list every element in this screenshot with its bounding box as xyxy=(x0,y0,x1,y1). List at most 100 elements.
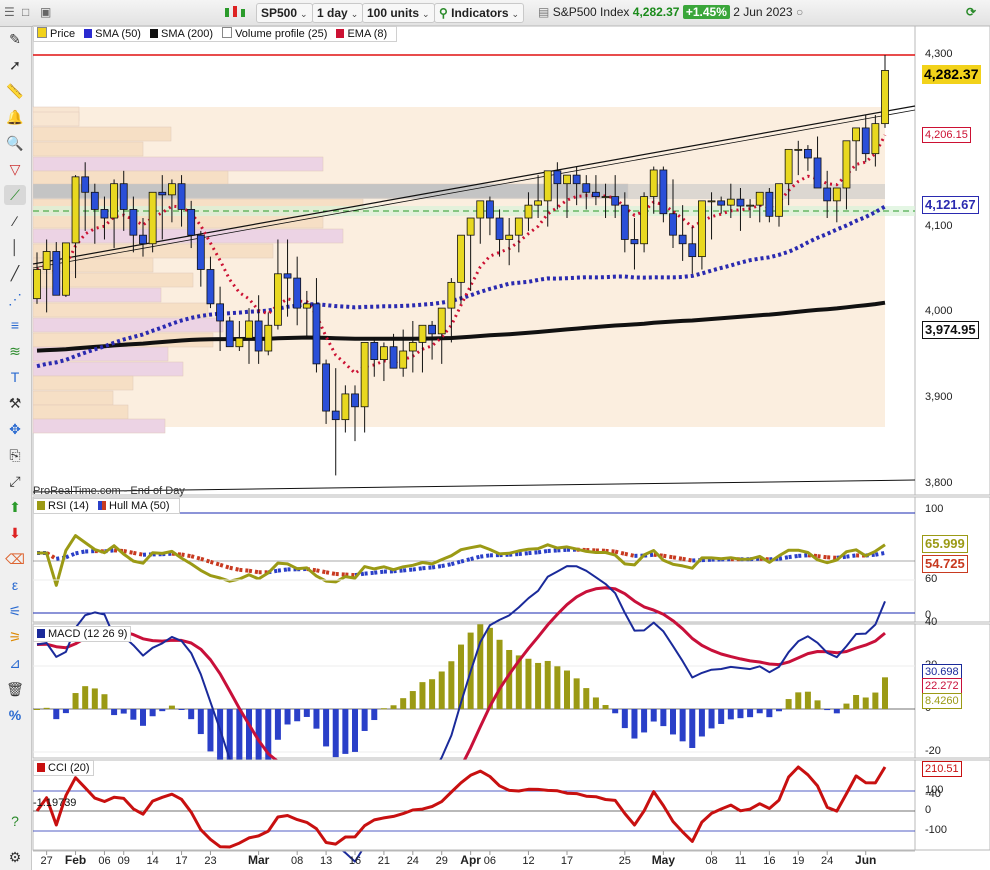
legend-ema-label: EMA (8) xyxy=(347,28,388,40)
macd-histogram-bar xyxy=(43,707,50,709)
candle-body xyxy=(832,187,841,202)
candle-body xyxy=(505,234,514,240)
chart-canvas[interactable]: 27 Feb 06 09 14 17 23 Mar 08 13 16 21 24 29 Apr 06 12 17 2… xyxy=(0,0,990,870)
legend-sma200[interactable]: SMA (200) xyxy=(150,27,213,41)
legend-macd-label: MACD (12 26 9) xyxy=(48,628,128,640)
time-axis-label: 29 xyxy=(436,855,448,867)
time-axis-label: Jun xyxy=(855,853,876,867)
candle-body xyxy=(437,307,446,335)
candle-body xyxy=(486,200,494,219)
candle-body xyxy=(196,234,205,270)
legend-price[interactable]: Price xyxy=(37,27,75,41)
candle-body xyxy=(235,337,244,348)
price-legend: Price SMA (50) SMA (200) Volume profile … xyxy=(33,26,398,42)
macd-axis-tick: 40 xyxy=(925,616,938,628)
macd-histogram-bar xyxy=(804,691,811,709)
macd-histogram-bar xyxy=(390,705,397,709)
candle-body xyxy=(370,342,379,360)
signal-value-label: 22.272 xyxy=(922,678,962,694)
legend-price-label: Price xyxy=(50,28,76,40)
legend-cci-label: CCI (20) xyxy=(48,762,90,774)
macd-histogram-bar xyxy=(679,709,686,742)
candle-body xyxy=(736,198,745,207)
macd-histogram-bar xyxy=(342,709,349,754)
volume-profile-bar xyxy=(32,287,162,303)
time-axis-label: 17 xyxy=(175,855,187,867)
macd-histogram-bar xyxy=(592,697,599,709)
legend-rsi[interactable]: RSI (14) xyxy=(37,499,89,513)
macd-histogram-bar xyxy=(853,694,860,709)
legend-rsi-label: RSI (14) xyxy=(48,500,89,512)
macd-histogram-bar xyxy=(544,660,551,709)
candle-body xyxy=(794,148,803,151)
rsi-panel xyxy=(32,496,990,623)
cci-axis-tick: -100 xyxy=(925,824,948,836)
volume-profile-bar xyxy=(32,317,224,333)
macd-histogram-bar xyxy=(708,709,715,729)
macd-legend[interactable]: MACD (12 26 9) xyxy=(33,626,132,642)
candle-body xyxy=(119,183,128,210)
candle-body xyxy=(669,213,677,236)
macd-histogram-bar xyxy=(101,694,108,709)
macd-histogram-bar xyxy=(843,703,850,709)
time-axis-label: 17 xyxy=(561,855,573,867)
candle-body xyxy=(871,123,880,155)
macd-histogram-bar xyxy=(727,709,734,720)
candle-body xyxy=(148,191,157,245)
macd-histogram-bar xyxy=(313,709,320,729)
macd-histogram-bar xyxy=(53,709,60,720)
candle-body xyxy=(428,324,436,335)
macd-histogram-bar xyxy=(718,709,725,724)
candle-body xyxy=(322,363,330,412)
candle-body xyxy=(582,183,591,193)
macd-histogram-bar xyxy=(660,709,667,727)
time-axis-label: 24 xyxy=(821,855,833,867)
macd-histogram-bar xyxy=(159,709,166,712)
macd-histogram-bar xyxy=(554,666,561,709)
candle-body xyxy=(293,277,302,309)
volume-profile-bar xyxy=(32,156,324,172)
price-panel xyxy=(32,25,990,496)
candle-body xyxy=(90,191,99,210)
last-price-label: 4,282.37 xyxy=(922,65,981,84)
macd-histogram-bar xyxy=(448,661,455,709)
legend-ema[interactable]: EMA (8) xyxy=(336,27,387,41)
macd-histogram-bar xyxy=(612,709,619,714)
candle-body xyxy=(649,169,658,197)
ema-value-label: 4,206.15 xyxy=(922,127,971,143)
cci-axis-tick: 100 xyxy=(925,784,944,796)
candle-body xyxy=(553,170,562,185)
candle-body xyxy=(225,320,234,348)
macd-axis-tick: 60 xyxy=(925,573,938,585)
macd-histogram-bar xyxy=(564,670,570,709)
macd-histogram-bar xyxy=(380,708,387,710)
volume-profile-bar xyxy=(32,375,134,391)
macd-histogram-bar xyxy=(583,688,590,709)
time-axis-label: May xyxy=(652,853,676,867)
candle-body xyxy=(302,303,311,309)
macd-histogram-bar xyxy=(602,705,609,709)
candle-body xyxy=(775,183,783,217)
macd-histogram-bar xyxy=(785,699,792,709)
candle-body xyxy=(688,243,697,258)
cci-legend[interactable]: CCI (20) xyxy=(33,760,94,776)
cci-axis-tick: 0 xyxy=(925,804,932,816)
macd-histogram-bar xyxy=(496,639,503,709)
candle-body xyxy=(755,191,764,206)
watermark: ProRealTime.com - End of Day xyxy=(33,485,185,497)
legend-sma50[interactable]: SMA (50) xyxy=(84,27,141,41)
candle-body xyxy=(399,350,408,369)
candle-body xyxy=(678,234,687,245)
time-axis-label: Mar xyxy=(248,853,270,867)
price-axis-tick: 3,900 xyxy=(925,391,953,404)
legend-hull[interactable]: Hull MA (50) xyxy=(98,499,170,513)
macd-histogram-bar xyxy=(641,709,648,733)
macd-histogram-bar xyxy=(525,658,532,709)
macd-histogram-bar xyxy=(140,709,146,726)
candle-body xyxy=(52,251,61,296)
legend-volume-profile[interactable]: Volume profile (25) xyxy=(222,27,327,41)
macd-histogram-bar xyxy=(274,709,281,740)
macd-histogram-bar xyxy=(168,705,175,709)
candle-body xyxy=(514,217,523,236)
candle-body xyxy=(331,410,340,421)
